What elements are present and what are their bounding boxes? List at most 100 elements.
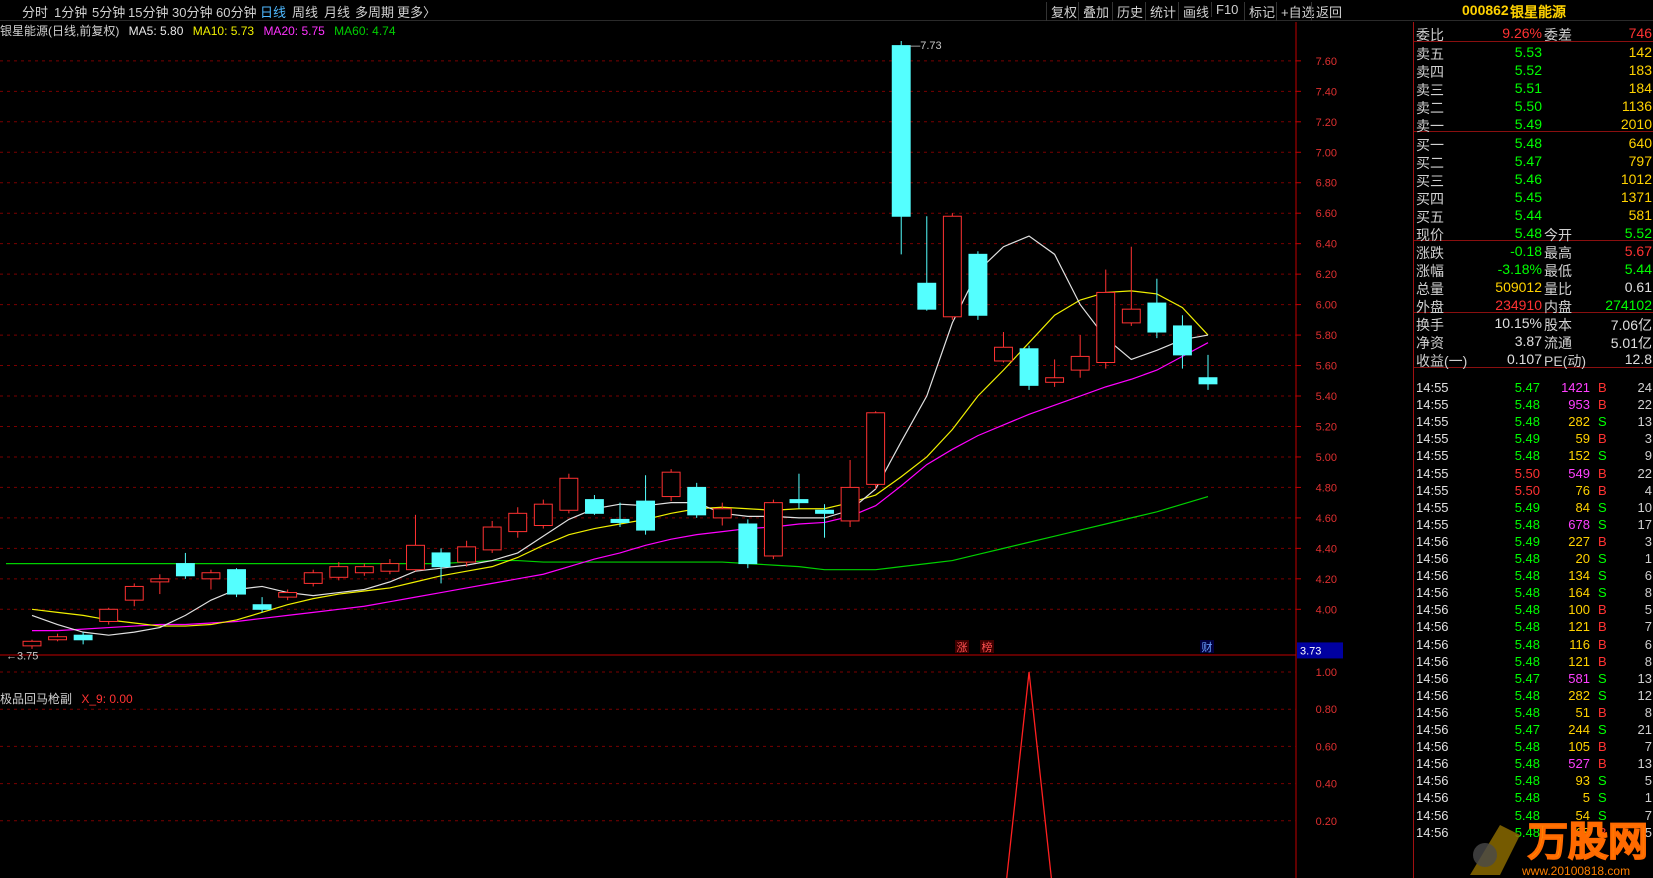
tick-time: 14:55 (1416, 397, 1449, 413)
quote-label: 收益(一) (1416, 353, 1468, 369)
low-annotation: ←3.75 (6, 650, 38, 662)
quote-value: -0.18 (1510, 243, 1542, 259)
tick-volume: 76 (1575, 482, 1590, 498)
candle-body (738, 523, 758, 565)
tool-2-button[interactable]: 历史 (1112, 2, 1143, 21)
candle-body (99, 608, 119, 622)
period-10-button[interactable]: 更多〉 (397, 2, 436, 21)
tick-row: 14:56 5.48 134 S 6 (1414, 567, 1653, 585)
price-tick-label: 6.20 (1316, 269, 1337, 281)
quote-row: 委比 9.26% 委差 746 (1414, 24, 1653, 43)
tick-volume: 953 (1568, 397, 1590, 413)
event-marker-label: 涨 (957, 641, 968, 654)
period-1-button[interactable]: 1分钟 (54, 2, 87, 21)
candle-body (891, 45, 911, 217)
candle-body (636, 500, 656, 531)
tick-side: S (1598, 585, 1607, 601)
tick-price: 5.48 (1514, 568, 1540, 584)
period-3-button[interactable]: 15分钟 (128, 2, 168, 21)
indicator-line (1006, 671, 1053, 878)
period-9-button[interactable]: 多周期 (355, 2, 394, 21)
tick-row: 14:56 5.48 105 B 7 (1414, 738, 1653, 756)
quote-value-2: 12.8 (1624, 351, 1652, 367)
period-2-button[interactable]: 5分钟 (92, 2, 125, 21)
quote-row: 卖三 5.51 184 (1414, 79, 1653, 98)
indicator-value: X_9: 0.00 (81, 692, 133, 706)
tick-volume: 93 (1575, 773, 1590, 789)
indicator-tick-label: 1.00 (1316, 667, 1337, 679)
candle-body (380, 563, 400, 572)
candle-body (303, 572, 323, 584)
tick-time: 14:56 (1416, 568, 1449, 584)
candle-body (252, 604, 272, 610)
tick-side: B (1598, 704, 1607, 720)
tick-row: 14:55 5.47 1421 B 24 (1414, 379, 1653, 397)
indicator-legend: 极品回马枪副 X_9: 0.00 (0, 690, 133, 706)
price-tick-label: 4.00 (1316, 604, 1337, 616)
period-5-button[interactable]: 60分钟 (216, 2, 256, 21)
candle-body (278, 592, 298, 598)
tick-volume: 51 (1575, 704, 1590, 720)
tick-time: 14:56 (1416, 704, 1449, 720)
tick-count: 8 (1644, 704, 1652, 720)
ma60-label: MA60: 4.74 (334, 24, 396, 38)
quote-value: 5.44 (1514, 207, 1542, 223)
tool-0-button[interactable]: 复权 (1046, 2, 1077, 21)
quote-row: 现价 5.48 今开 5.52 (1414, 224, 1653, 243)
tick-volume: 164 (1568, 585, 1590, 601)
quote-value-2: 1371 (1620, 189, 1652, 205)
price-chart[interactable]: 7.60 7.40 7.20 7.00 6.80 6.60 6.40 6.20 6.00 5.80… (0, 0, 1413, 878)
tick-time: 14:56 (1416, 551, 1449, 566)
candle-body (482, 526, 502, 551)
price-tick-label: 7.00 (1316, 147, 1337, 159)
tick-price: 5.47 (1514, 380, 1540, 395)
tool-6-button[interactable]: 标记 (1244, 2, 1275, 21)
candle-body (508, 512, 528, 533)
tick-volume: 116 (1569, 636, 1590, 652)
tick-price: 5.48 (1514, 790, 1540, 806)
tick-price: 5.47 (1514, 670, 1540, 686)
tick-time: 14:56 (1416, 687, 1449, 703)
quote-value: 5.45 (1514, 189, 1542, 205)
tick-time: 14:55 (1416, 465, 1449, 481)
quote-value-2: 797 (1628, 153, 1652, 169)
tick-volume: 100 (1568, 602, 1590, 618)
candle-body (150, 578, 170, 583)
period-0-button[interactable]: 分时 (22, 2, 48, 21)
tick-volume: 134 (1568, 568, 1590, 584)
tick-price: 5.48 (1514, 414, 1540, 430)
tick-price: 5.50 (1514, 465, 1540, 481)
tick-volume: 105 (1568, 739, 1590, 755)
period-4-button[interactable]: 30分钟 (172, 2, 212, 21)
tick-volume: 527 (1568, 756, 1590, 772)
quote-value: 9.26% (1502, 25, 1542, 41)
price-tick-label: 7.40 (1316, 86, 1337, 98)
price-tick-label: 6.60 (1316, 208, 1337, 220)
candle-body (712, 508, 732, 519)
period-7-button[interactable]: 周线 (292, 2, 318, 21)
tick-volume: 121 (1568, 619, 1590, 635)
candle-body (48, 636, 68, 641)
tool-7-button[interactable]: +自选 (1276, 2, 1315, 21)
candle-body (1198, 377, 1218, 385)
indicator-name: 极品回马枪副 (0, 692, 73, 706)
tool-4-button[interactable]: 画线 (1178, 2, 1209, 21)
quote-row: 买一 5.48 640 (1414, 134, 1653, 153)
tick-count: 10 (1637, 499, 1652, 515)
tick-side: B (1598, 533, 1607, 549)
candle-body (994, 346, 1013, 362)
tool-8-button[interactable]: 返回 (1311, 2, 1342, 21)
tool-5-button[interactable]: F10 (1211, 2, 1238, 17)
tick-price: 5.48 (1514, 636, 1540, 652)
tool-1-button[interactable]: 叠加 (1078, 2, 1109, 21)
tick-row: 14:55 5.48 953 B 22 (1414, 396, 1653, 414)
high-annotation: —7.73 (909, 40, 941, 52)
chart-legend: 银星能源(日线,前复权) MA5: 5.80 MA10: 5.73 MA20: … (0, 22, 402, 38)
tick-price: 5.48 (1514, 756, 1540, 772)
candle-body (840, 486, 860, 522)
period-6-button[interactable]: 日线 (260, 2, 286, 21)
tick-side: B (1598, 636, 1607, 652)
tool-3-button[interactable]: 统计 (1145, 2, 1176, 21)
tick-price: 5.48 (1514, 551, 1540, 566)
period-8-button[interactable]: 月线 (324, 2, 350, 21)
